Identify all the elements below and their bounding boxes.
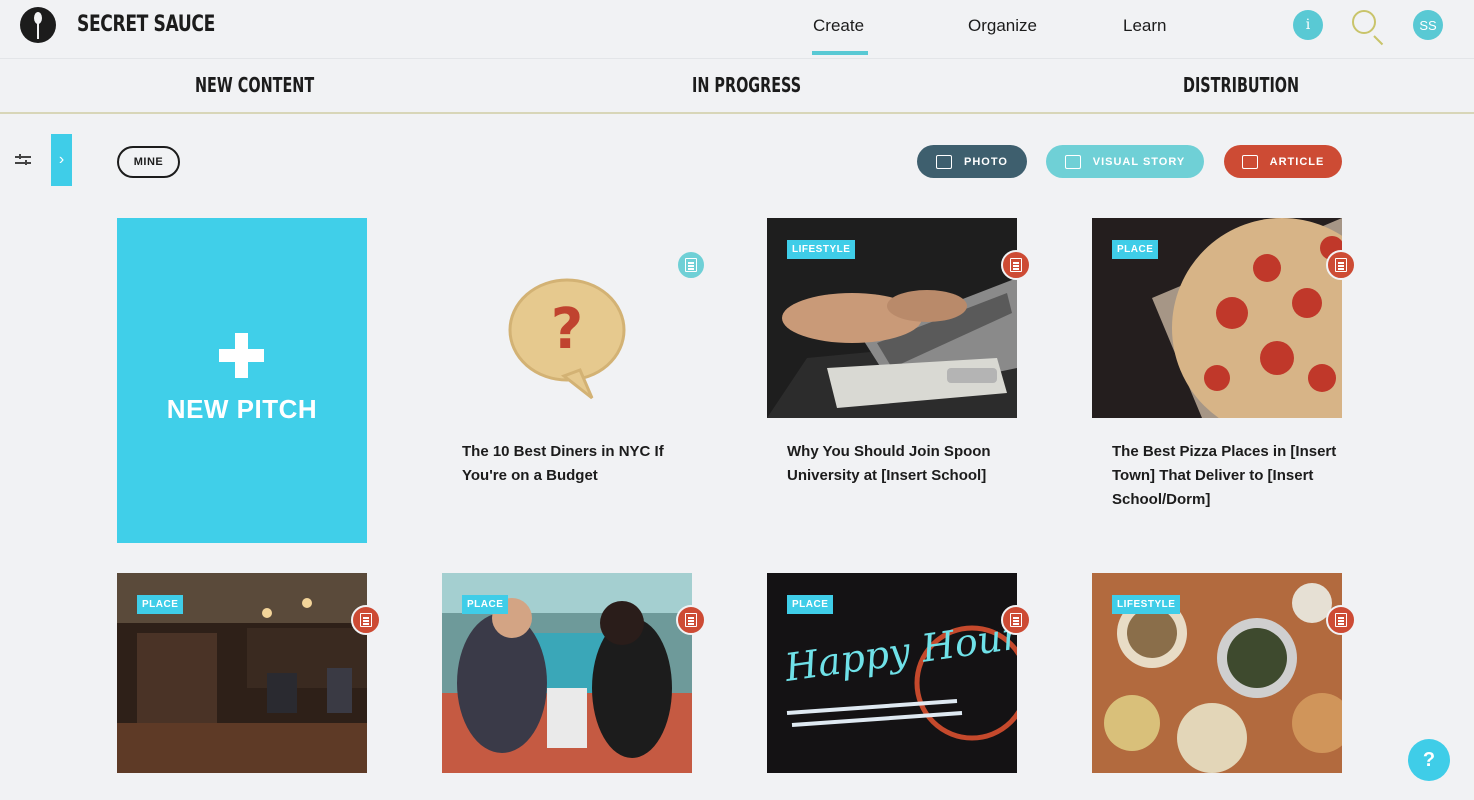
photo-filter-button[interactable]: PHOTO [917, 145, 1027, 178]
card-title[interactable]: Why You Should Join Spoon University at … [787, 440, 1012, 488]
category-badge: LIFESTYLE [787, 240, 856, 259]
article-icon [1001, 605, 1031, 635]
filter-sliders-icon[interactable] [15, 152, 33, 168]
photo-icon [936, 154, 953, 169]
tab-in-progress[interactable]: IN PROGRESS [692, 73, 801, 97]
question-placeholder-image: ? [442, 218, 692, 418]
nav-organize[interactable]: Organize [968, 16, 1037, 36]
category-badge: PLACE [462, 595, 509, 614]
visual-story-icon [676, 250, 706, 280]
article-icon [1326, 250, 1356, 280]
category-badge: PLACE [787, 595, 834, 614]
visual-story-icon [1064, 154, 1081, 169]
article-filter-label: ARTICLE [1269, 155, 1325, 168]
spoon-logo-icon[interactable] [20, 7, 56, 43]
mine-filter-button[interactable]: MINE [117, 146, 180, 178]
card-title[interactable]: The Best Pizza Places in [Insert Town] T… [1112, 440, 1337, 512]
card-title[interactable]: The 10 Best Diners in NYC If You're on a… [462, 440, 687, 488]
section-tabs: NEW CONTENT IN PROGRESS DISTRIBUTION [0, 58, 1474, 114]
tab-distribution[interactable]: DISTRIBUTION [1183, 73, 1299, 97]
article-icon [351, 605, 381, 635]
article-icon [1001, 250, 1031, 280]
visual-story-filter-button[interactable]: VISUAL STORY [1046, 145, 1204, 178]
search-icon[interactable] [1351, 9, 1385, 46]
top-bar: SECRET SAUCE Create Organize Learn i SS [0, 0, 1474, 58]
category-badge: PLACE [1112, 240, 1159, 259]
help-button[interactable]: ? [1408, 739, 1450, 781]
category-badge: PLACE [137, 595, 184, 614]
nav-create[interactable]: Create [813, 16, 864, 36]
article-icon [1241, 154, 1258, 169]
brand-name[interactable]: SECRET SAUCE [77, 12, 215, 37]
new-pitch-label: NEW PITCH [166, 394, 318, 424]
drawer-toggle-button[interactable]: › [51, 134, 72, 186]
chevron-right-icon: › [58, 151, 65, 168]
visual-story-filter-label: VISUAL STORY [1092, 155, 1186, 168]
new-pitch-card[interactable]: NEW PITCH [117, 218, 367, 543]
svg-text:?: ? [551, 297, 583, 362]
tab-new-content[interactable]: NEW CONTENT [195, 73, 314, 97]
nav-active-indicator [812, 51, 868, 55]
photo-filter-label: PHOTO [964, 155, 1008, 168]
article-icon [676, 605, 706, 635]
spoon-handle [37, 22, 39, 39]
article-filter-button[interactable]: ARTICLE [1224, 145, 1342, 178]
user-avatar[interactable]: SS [1413, 10, 1443, 40]
info-button[interactable]: i [1293, 10, 1323, 40]
article-icon [1326, 605, 1356, 635]
category-badge: LIFESTYLE [1112, 595, 1181, 614]
nav-learn[interactable]: Learn [1123, 16, 1166, 36]
